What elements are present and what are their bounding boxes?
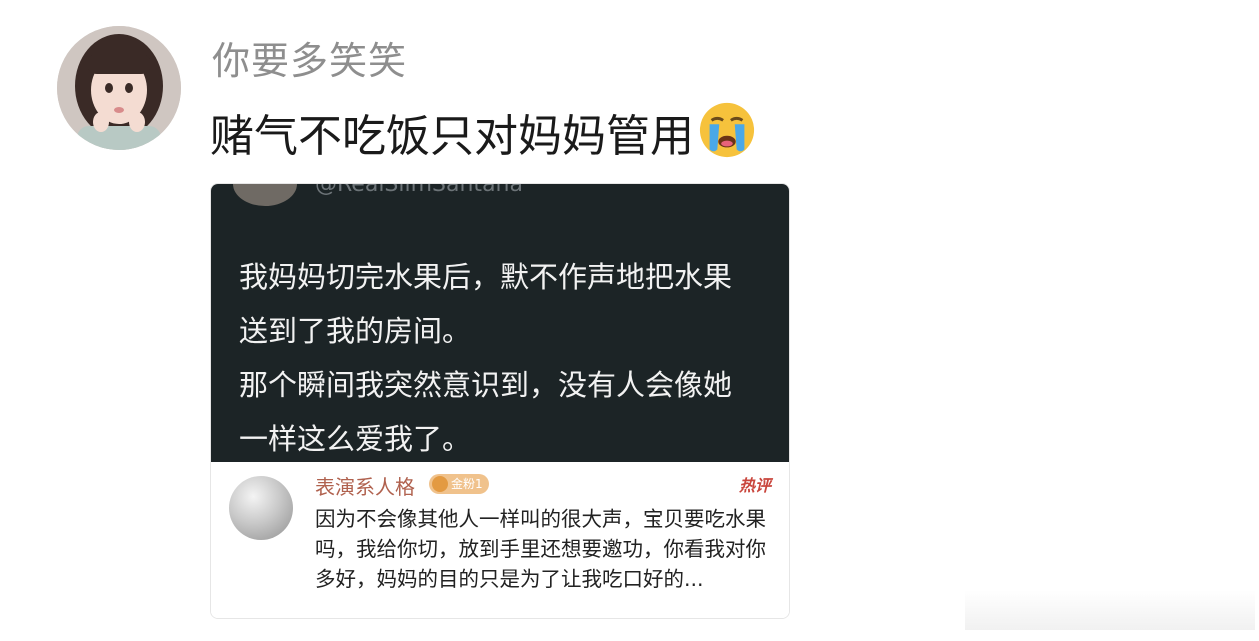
- tweet-avatar: [233, 184, 297, 206]
- embedded-screenshot[interactable]: @RealSlimSantana 我妈妈切完水果后，默不作声地把水果 送到了我的…: [210, 183, 790, 619]
- tweet-line: 那个瞬间我突然意识到，没有人会像她: [239, 368, 733, 402]
- tweet-line: 我妈妈切完水果后，默不作声地把水果: [239, 260, 733, 294]
- tweet-line: 送到了我的房间。: [239, 314, 472, 348]
- tweet-line: 一样这么爱我了。: [239, 422, 472, 456]
- tweet-handle: @RealSlimSantana: [315, 183, 523, 197]
- crying-face-icon: [698, 101, 756, 159]
- hot-comment: 表演系人格 金粉1 热评 因为不会像其他人一样叫的很大声，宝贝要吃水果吗，我给你…: [211, 462, 789, 618]
- fan-badge: 金粉1: [429, 474, 489, 494]
- user-avatar[interactable]: [57, 26, 181, 150]
- comment-text: 因为不会像其他人一样叫的很大声，宝贝要吃水果吗，我给你切，放到手里还想要邀功，你…: [315, 507, 766, 591]
- avatar-portrait-icon: [57, 26, 181, 150]
- weibo-post: 你要多笑笑 赌气不吃饭只对妈妈管用 @RealSlimSantana 我妈妈切完…: [0, 0, 1259, 641]
- post-username[interactable]: 你要多笑笑: [212, 30, 407, 85]
- bottom-fade: [965, 590, 1255, 630]
- hot-comment-tag: 热评: [738, 476, 771, 495]
- tweet-panel: @RealSlimSantana 我妈妈切完水果后，默不作声地把水果 送到了我的…: [211, 183, 789, 462]
- comment-avatar: [229, 476, 293, 540]
- tweet-text: 我妈妈切完水果后，默不作声地把水果 送到了我的房间。 那个瞬间我突然意识到，没有…: [239, 250, 779, 466]
- post-text: 赌气不吃饭只对妈妈管用: [210, 111, 694, 162]
- post-text-line: 赌气不吃饭只对妈妈管用: [210, 100, 756, 164]
- comment-username: 表演系人格: [315, 475, 415, 499]
